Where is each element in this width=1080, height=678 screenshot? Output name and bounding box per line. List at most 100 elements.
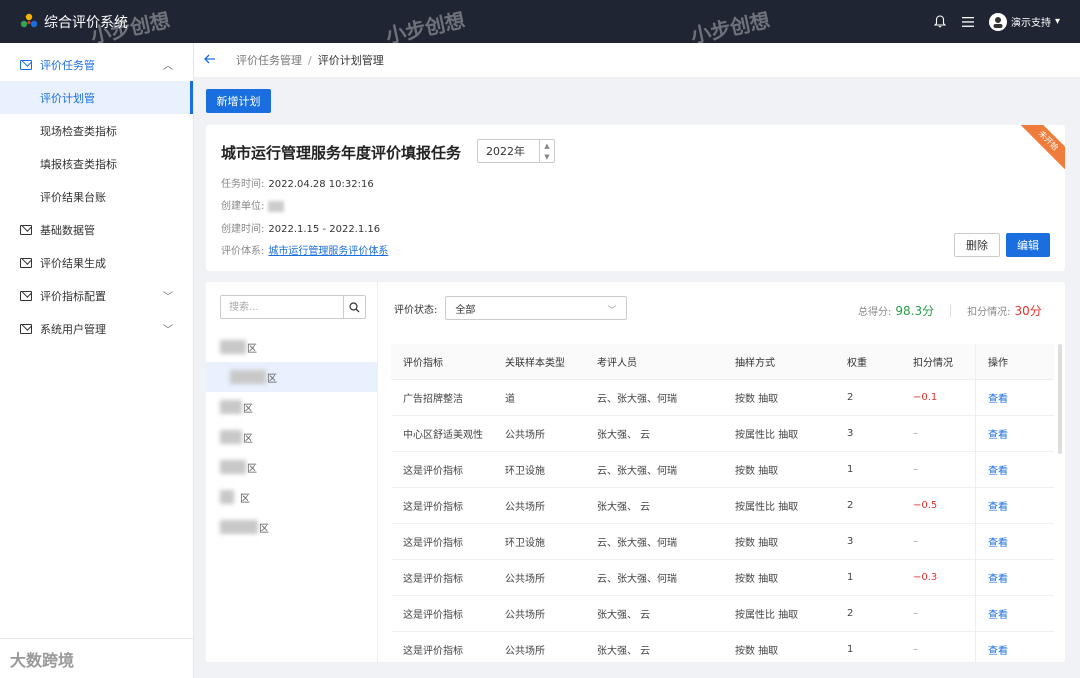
cell-indicator: 中心区舒适美观性	[403, 430, 483, 441]
delete-button[interactable]: 删除	[954, 233, 1000, 257]
footer-watermark: 大数跨境	[10, 650, 75, 670]
cell-staff: 云、张大强、何瑞	[597, 466, 677, 477]
district-item[interactable]: 区	[206, 512, 378, 542]
cell-deduct: –	[913, 536, 918, 547]
back-arrow-icon[interactable]	[204, 52, 224, 68]
cell-indicator: 这是评价指标	[403, 574, 463, 585]
sidebar: 评价任务管 ︿ 评价计划管 现场检查类指标 填报核查类指标 评价结果台账 基础数…	[0, 43, 194, 678]
bell-icon[interactable]	[933, 15, 947, 29]
sidebar-item-basic-data[interactable]: 基础数据管	[0, 213, 193, 246]
search-input[interactable]	[221, 296, 343, 318]
cell-action: 查看	[975, 487, 1054, 524]
district-search[interactable]	[220, 295, 366, 319]
cell-indicator: 这是评价指标	[403, 610, 463, 621]
created-time-value: 2022.1.15 - 2022.1.16	[268, 224, 381, 235]
breadcrumb-parent[interactable]: 评价任务管理	[236, 52, 302, 68]
creator-unit-label: 创建单位:	[221, 201, 265, 212]
redacted-name	[220, 460, 246, 474]
sidebar-item-report-indicators[interactable]: 填报核查类指标	[0, 147, 193, 180]
cell-action: 查看	[975, 631, 1054, 662]
district-suffix: 区	[243, 433, 253, 445]
task-time-label: 任务时间:	[221, 179, 265, 190]
mail-icon	[20, 257, 32, 268]
district-suffix: 区	[240, 493, 250, 505]
district-item[interactable]: 区	[206, 422, 378, 452]
sidebar-item-result-ledger[interactable]: 评价结果台账	[0, 180, 193, 213]
sidebar-item-plan-mgmt[interactable]: 评价计划管	[0, 81, 193, 114]
table-scrollbar[interactable]	[1058, 344, 1062, 454]
sidebar-item-result-gen[interactable]: 评价结果生成	[0, 246, 193, 279]
district-item[interactable]: 区	[206, 482, 378, 512]
cell-action: 查看	[975, 523, 1054, 560]
app-logo[interactable]: 综合评价系统	[20, 12, 128, 32]
user-name: 演示支持	[1010, 18, 1051, 29]
redacted-name	[220, 400, 242, 414]
status-filter: 评价状态: 全部 ﹀	[394, 296, 628, 320]
redacted-unit	[268, 200, 285, 212]
cell-staff: 张大强、 云	[597, 502, 651, 513]
score-summary: 总得分: 98.3分 扣分情况: 30分	[858, 302, 1042, 319]
view-link[interactable]: 查看	[988, 642, 1008, 657]
cell-sample-type: 公共场所	[505, 646, 545, 657]
view-link[interactable]: 查看	[988, 390, 1008, 405]
cell-sample-type: 道	[505, 394, 515, 405]
col-action: 操作	[975, 343, 1054, 380]
col-staff: 考评人员	[597, 358, 637, 369]
task-time-value: 2022.04.28 10:32:16	[268, 179, 374, 190]
district-item[interactable]: 区	[206, 362, 378, 392]
cell-sampling: 按属性比 抽取	[735, 502, 799, 513]
status-select[interactable]: 全部 ﹀	[445, 296, 628, 320]
year-stepper[interactable]: 2022年 ▲ ▼	[477, 139, 555, 163]
cell-sample-type: 公共场所	[505, 502, 545, 513]
chevron-down-icon[interactable]: ▼	[544, 153, 549, 161]
view-link[interactable]: 查看	[988, 426, 1008, 441]
col-weight: 权重	[847, 358, 867, 369]
stepper-arrows[interactable]: ▲ ▼	[539, 140, 554, 162]
cell-staff: 张大强、 云	[597, 646, 651, 657]
district-item[interactable]: 区	[206, 332, 378, 362]
table-row: 这是评价指标 公共场所 张大强、 云 按数 抽取 1 – 查看	[391, 631, 1054, 662]
task-time-row: 任务时间: 2022.04.28 10:32:16	[221, 175, 374, 190]
sidebar-item-label: 系统用户管理	[40, 322, 106, 336]
user-menu[interactable]: 演示支持 ▾	[988, 12, 1060, 31]
sidebar-item-label: 评价结果生成	[40, 256, 106, 270]
chevron-up-icon[interactable]: ▲	[544, 142, 549, 150]
edit-button[interactable]: 编辑	[1006, 233, 1050, 257]
new-plan-button[interactable]: 新增计划	[206, 89, 271, 113]
cell-action: 查看	[975, 415, 1054, 452]
sidebar-item-onsite-indicators[interactable]: 现场检查类指标	[0, 114, 193, 147]
system-link[interactable]: 城市运行管理服务评价体系	[268, 246, 388, 257]
redacted-name	[220, 520, 258, 534]
cell-indicator: 这是评价指标	[403, 502, 463, 513]
year-value: 2022年	[486, 145, 525, 158]
district-item[interactable]: 区	[206, 452, 378, 482]
cell-deduct: −0.5	[913, 500, 938, 511]
district-suffix: 区	[247, 343, 257, 355]
caret-down-icon: ▾	[1054, 16, 1060, 27]
view-link[interactable]: 查看	[988, 606, 1008, 621]
view-link[interactable]: 查看	[988, 534, 1008, 549]
cell-sampling: 按数 抽取	[735, 646, 779, 657]
district-item[interactable]: 区	[206, 392, 378, 422]
district-list: 区 区 区 区 区 区 区	[206, 282, 378, 662]
search-icon[interactable]	[343, 296, 365, 318]
cell-indicator: 广告招牌整洁	[403, 394, 463, 405]
cell-weight: 1	[847, 644, 854, 655]
view-link[interactable]: 查看	[988, 570, 1008, 585]
cell-sample-type: 公共场所	[505, 430, 545, 441]
status-ribbon: 未开始	[1017, 125, 1065, 172]
district-suffix: 区	[259, 523, 269, 535]
cell-deduct: –	[913, 464, 918, 475]
cell-indicator: 这是评价指标	[403, 646, 463, 657]
sidebar-item-user-mgmt[interactable]: 系统用户管理 ﹀	[0, 312, 193, 345]
cell-sample-type: 环卫设施	[505, 538, 545, 549]
cell-staff: 云、张大强、何瑞	[597, 394, 677, 405]
view-link[interactable]: 查看	[988, 462, 1008, 477]
sidebar-item-task-mgmt[interactable]: 评价任务管 ︿	[0, 48, 193, 81]
district-suffix: 区	[247, 463, 257, 475]
view-link[interactable]: 查看	[988, 498, 1008, 513]
menu-icon[interactable]	[961, 15, 975, 29]
sidebar-item-indicator-config[interactable]: 评价指标配置 ﹀	[0, 279, 193, 312]
sidebar-item-label: 评价指标配置	[40, 289, 106, 303]
table-body: 广告招牌整洁道云、张大强、何瑞 按数 抽取 2 −0.1 查看 中心区舒适美观性 公共场所张…	[391, 379, 1054, 662]
